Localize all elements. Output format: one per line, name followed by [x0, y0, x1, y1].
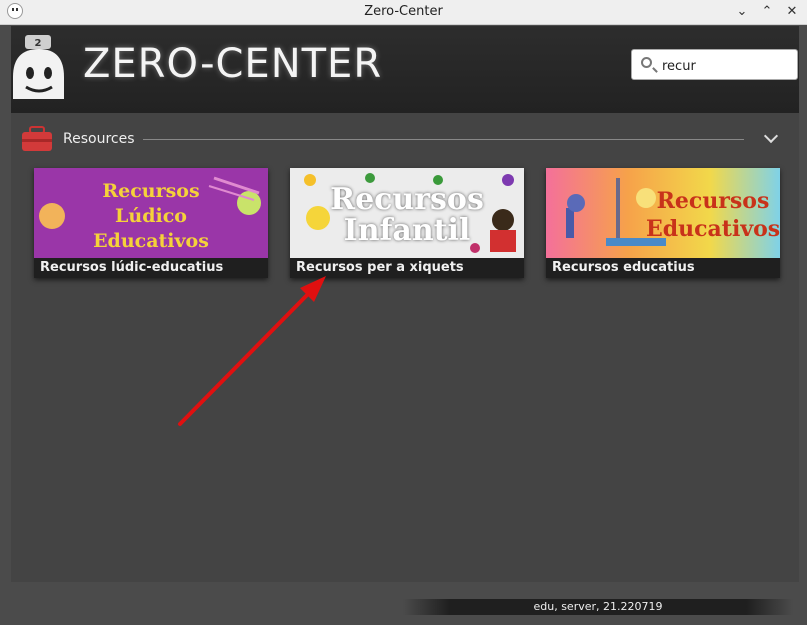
collapse-chevron-icon[interactable]	[763, 130, 779, 146]
window-titlebar: Zero-Center ⌄ ⌃ ✕	[0, 0, 807, 25]
card-caption: Recursos per a xiquets	[290, 258, 524, 278]
status-text: edu, server, 21.220719	[533, 600, 663, 613]
close-button[interactable]: ✕	[782, 2, 802, 22]
logo-badge: 2	[35, 38, 42, 49]
card-caption-text: Recursos educatius	[552, 260, 695, 275]
resources-section-header: Resources	[11, 118, 799, 156]
minimize-button[interactable]: ⌄	[732, 2, 752, 22]
zero-logo-icon: 2	[13, 35, 64, 99]
card-caption: Recursos educatius	[546, 258, 780, 278]
zero-center-app: 2 ZERO-CENTER Resources Recurso	[11, 26, 799, 582]
section-divider	[143, 139, 744, 140]
banner-line-2: Educativos	[646, 216, 780, 242]
banner-line-1: Recursos	[102, 180, 200, 202]
maximize-button[interactable]: ⌃	[757, 2, 777, 22]
card-caption-text: Recursos lúdic-educatius	[40, 260, 224, 275]
search-icon	[641, 57, 652, 68]
banner-line-2: Lúdico	[115, 205, 187, 227]
card-recursos-per-a-xiquets[interactable]: Recursos Infantil Recursos per a xiquets	[290, 168, 524, 278]
search-box[interactable]	[631, 49, 798, 80]
banner-line-2: Infantil	[343, 213, 471, 248]
toolbox-icon	[22, 126, 52, 151]
card-caption-text: Recursos per a xiquets	[296, 260, 464, 275]
banner-line-1: Recursos	[656, 188, 770, 214]
header: 2 ZERO-CENTER	[11, 26, 799, 113]
banner-line-1: Recursos	[330, 182, 484, 217]
search-input[interactable]	[660, 55, 794, 77]
section-label: Resources	[63, 131, 135, 147]
card-recursos-educatius[interactable]: Recursos Educativos Recursos educatius	[546, 168, 780, 278]
card-caption: Recursos lúdic-educatius	[34, 258, 268, 278]
window-title: Zero-Center	[364, 4, 443, 19]
card-recursos-ludic-educatius[interactable]: Recursos Lúdico Educativos Recursos lúdi…	[34, 168, 268, 278]
banner-line-3: Educativos	[93, 230, 209, 252]
brand-title: ZERO-CENTER	[83, 41, 383, 87]
status-bar: edu, server, 21.220719	[403, 599, 793, 615]
